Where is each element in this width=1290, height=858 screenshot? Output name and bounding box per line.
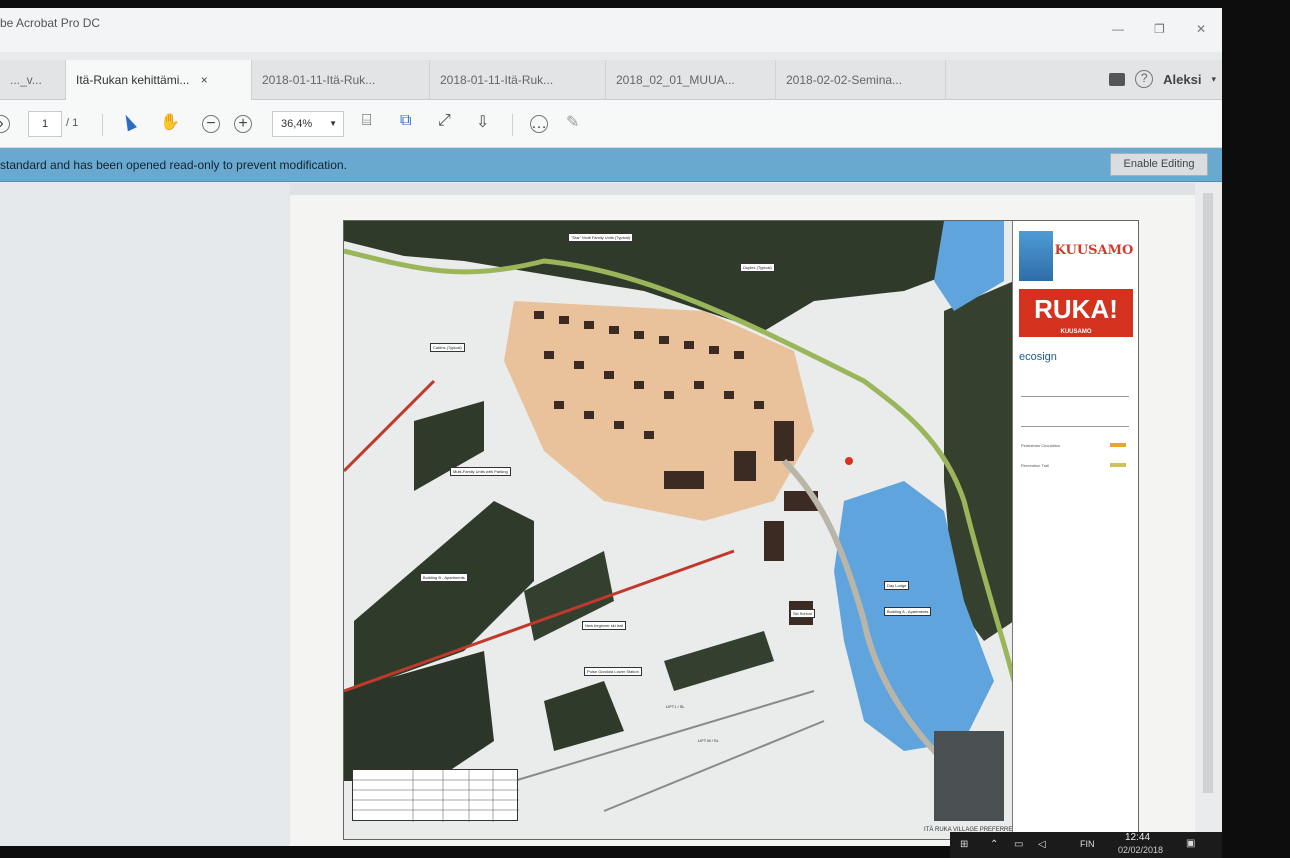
navigation-pane [0, 183, 290, 846]
summary-table-grid [353, 770, 519, 822]
kuusamo-logo: KUUSAMO [1054, 243, 1134, 258]
pen-icon[interactable]: ✎ [566, 112, 579, 132]
zoom-value: 36,4% [281, 118, 313, 130]
battery-icon[interactable]: ▭ [1014, 839, 1023, 850]
legend-trail: Recreation Trail [1021, 463, 1050, 468]
ruka-logo: RUKA! KUUSAMO [1019, 289, 1133, 337]
scrollbar-thumb[interactable] [1203, 193, 1213, 793]
hand-tool-icon[interactable]: ✋ [160, 112, 180, 132]
map-label-duplex: Duplex (Typical) [740, 263, 775, 272]
kuusamo-logo-image [1019, 231, 1053, 281]
scale-bar [1021, 396, 1129, 397]
map-label-ski-school: Ski School [790, 609, 815, 618]
summary-table [352, 769, 519, 822]
tab-label: 2018-01-11-Itä-Ruk... [440, 73, 554, 87]
scroll-mode-icon[interactable]: ⇩ [476, 112, 489, 132]
title-bar: be Acrobat Pro DC — ❐ ✕ [0, 8, 1222, 52]
separator [512, 114, 513, 136]
map-label-day-lodge: Day Lodge [884, 581, 910, 590]
zoom-in-icon[interactable]: + [234, 115, 252, 133]
enable-editing-button[interactable]: Enable Editing [1110, 153, 1208, 176]
vertical-scrollbar[interactable] [1195, 183, 1222, 846]
comment-icon[interactable]: … [530, 115, 548, 133]
legend-trail-swatch [1110, 463, 1126, 467]
fit-page-icon[interactable]: ⌸ [362, 112, 372, 130]
taskbar: ⊞ ⌃ ▭ ◁ FIN 12:44 02/02/2018 ▣ [950, 832, 1222, 858]
page-number-input[interactable]: 1 [28, 111, 62, 137]
map-label-ski-trail: New beginner ski trail [582, 621, 627, 630]
location-marker-icon [845, 457, 853, 465]
screen: be Acrobat Pro DC — ❐ ✕ ..._v... Itä-Ruk… [0, 8, 1222, 846]
legend-pedestrian: Pedestrian Circulation [1021, 443, 1061, 448]
volume-icon[interactable]: ◁ [1038, 839, 1046, 850]
network-icon[interactable]: ⊞ [960, 839, 968, 850]
chevron-down-icon[interactable]: ▾ [1211, 74, 1216, 85]
map-label-star-units: "Star" Multi Family Units (Typical) [568, 233, 634, 242]
separator [102, 114, 103, 136]
ruka-logo-subtitle: KUUSAMO [1060, 329, 1092, 335]
tab-3[interactable]: 2018-01-11-Itä-Ruk... [430, 60, 606, 100]
ecosign-logo: ecosign [1019, 351, 1057, 363]
map-label-gondola: Pulse Gondola Lower Station [584, 667, 642, 676]
ruka-logo-text: RUKA! [1034, 294, 1118, 324]
select-tool-icon[interactable] [121, 112, 137, 135]
readonly-infobar: standard and has been opened read-only t… [0, 148, 1222, 182]
parking-lot [934, 731, 1004, 821]
tab-label: 2018-02-02-Semina... [786, 73, 903, 87]
clock-date[interactable]: 02/02/2018 [1118, 845, 1163, 855]
tab-5[interactable]: 2018-02-02-Semina... [776, 60, 946, 100]
tab-0[interactable]: ..._v... [0, 60, 66, 100]
site-plan-map: "Star" Multi Family Units (Typical) Dupl… [343, 220, 1139, 840]
tab-close-icon[interactable]: × [201, 73, 208, 87]
map-label-building-b: Building B - Apartments [420, 573, 468, 582]
restore-button[interactable]: ❐ [1154, 22, 1165, 36]
tab-4[interactable]: 2018_02_01_MUUA... [606, 60, 776, 100]
map-label-lift-i: LIFT I / SL [666, 704, 685, 709]
comments-icon[interactable] [1109, 72, 1126, 86]
legend-pedestrian-swatch [1110, 443, 1126, 447]
toolbar: › 1 / 1 ✋ − + 36,4% ▼ ⌸ ⧉ ⤢ ⇩ … ✎ [0, 100, 1222, 148]
help-icon[interactable]: ? [1135, 70, 1154, 88]
divider [1021, 426, 1129, 427]
zoom-select[interactable]: 36,4% ▼ [272, 111, 344, 137]
close-window-button[interactable]: ✕ [1196, 22, 1206, 36]
clock-time[interactable]: 12:44 [1125, 832, 1150, 843]
app-title: be Acrobat Pro DC [0, 16, 101, 30]
user-name[interactable]: Aleksi [1163, 72, 1201, 87]
map-legend-panel: KUUSAMO RUKA! KUUSAMO ecosign Pedestrian… [1012, 221, 1138, 839]
chevron-up-icon[interactable]: ⌃ [990, 839, 998, 850]
tab-2[interactable]: 2018-01-11-Itä-Ruk... [252, 60, 430, 100]
full-screen-icon[interactable]: ⤢ [438, 112, 451, 130]
tab-label: 2018_02_01_MUUA... [616, 73, 735, 87]
zoom-out-icon[interactable]: − [202, 115, 220, 133]
map-label-lift-m: LIFT M / SL [698, 738, 719, 743]
map-label-building-a: Building A - Apartments [884, 607, 932, 616]
map-label-cabins: Cabins (Typical) [430, 343, 465, 352]
account-area: ? Aleksi ▾ [1109, 70, 1216, 88]
notifications-icon[interactable]: ▣ [1186, 838, 1195, 849]
chevron-down-icon: ▼ [329, 119, 337, 128]
map-drawing [344, 221, 1014, 839]
tab-bar: ..._v... Itä-Rukan kehittämi... × 2018-0… [0, 60, 1222, 100]
tab-label: Itä-Rukan kehittämi... [76, 73, 190, 87]
tab-label: ..._v... [10, 73, 42, 87]
infobar-message: standard and has been opened read-only t… [0, 158, 347, 172]
map-label-multifamily: Multi-Family Units with Parking [450, 467, 511, 476]
page-total: / 1 [66, 117, 79, 129]
language-indicator[interactable]: FIN [1080, 839, 1095, 849]
next-page-icon[interactable]: › [0, 115, 10, 133]
tab-label: 2018-01-11-Itä-Ruk... [262, 73, 376, 87]
rotate-view-icon[interactable]: ⧉ [400, 112, 411, 130]
tab-active[interactable]: Itä-Rukan kehittämi... × [66, 60, 252, 100]
minimize-button[interactable]: — [1112, 22, 1124, 36]
